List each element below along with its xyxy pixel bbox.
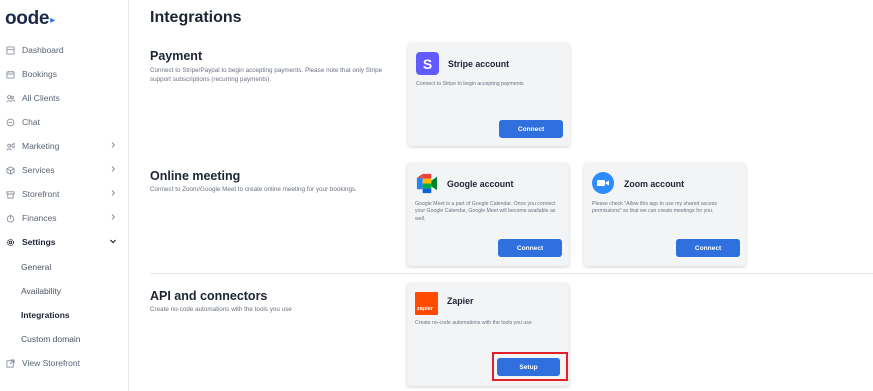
clients-icon [5, 93, 15, 103]
section-title-online-meeting: Online meeting [150, 169, 241, 183]
google-card-desc: Google Meet is a part of Google Calendar… [415, 201, 556, 222]
sidebar-item-storefront[interactable]: Storefront [0, 184, 129, 204]
sidebar-item-label: Storefront [22, 189, 60, 199]
stripe-card-title: Stripe account [448, 59, 510, 69]
sidebar-item-label: Chat [22, 117, 40, 127]
highlight-box [492, 352, 568, 381]
zapier-logo-icon: zapier [415, 292, 438, 315]
gear-icon [5, 237, 15, 247]
chevron-right-icon [111, 214, 116, 220]
sidebar-subitem-general[interactable]: General [21, 262, 51, 272]
stripe-card: S Stripe account Connect to Stripe to be… [408, 43, 570, 146]
section-divider [150, 273, 873, 274]
finances-icon [5, 213, 15, 223]
sidebar-item-finances[interactable]: Finances [0, 208, 129, 228]
zapier-logo-text: zapier [417, 306, 433, 312]
sidebar-item-label: Settings [22, 237, 56, 247]
chevron-right-icon [111, 142, 116, 148]
chevron-right-icon [111, 166, 116, 172]
dashboard-icon [5, 45, 15, 55]
chat-icon [5, 117, 15, 127]
services-icon [5, 165, 15, 175]
google-card: Google account Google Meet is a part of … [407, 163, 569, 266]
sidebar-item-settings[interactable]: Settings [0, 232, 129, 252]
zapier-card-desc: Create no-code automations with the tool… [415, 320, 532, 326]
section-desc-online-meeting: Connect to Zoom/Google Meet to create on… [150, 186, 357, 193]
sidebar-item-label: Marketing [22, 141, 60, 151]
external-link-icon [5, 358, 15, 368]
zoom-connect-button[interactable]: Connect [676, 239, 740, 257]
sidebar-item-services[interactable]: Services [0, 160, 129, 180]
google-meet-icon [415, 172, 438, 195]
calendar-icon [5, 69, 15, 79]
brand-logo[interactable]: oode▸ [5, 8, 55, 30]
sidebar-item-bookings[interactable]: Bookings [0, 64, 129, 84]
storefront-icon [5, 189, 15, 199]
google-connect-button[interactable]: Connect [498, 239, 562, 257]
sidebar-item-label: Dashboard [22, 45, 64, 55]
page-title: Integrations [150, 9, 242, 26]
sidebar-item-view-storefront[interactable]: View Storefront [0, 353, 129, 373]
stripe-card-desc: Connect to Stripe to begin accepting pay… [416, 81, 524, 87]
google-card-title: Google account [447, 179, 514, 189]
zapier-card-title: Zapier [447, 296, 474, 306]
sidebar-item-marketing[interactable]: Marketing [0, 136, 129, 156]
stripe-connect-button[interactable]: Connect [499, 120, 563, 138]
logo-text: oode [5, 8, 50, 29]
sidebar-item-label: All Clients [22, 93, 60, 103]
stripe-logo-letter: S [422, 55, 433, 72]
zoom-card-title: Zoom account [624, 179, 685, 189]
marketing-icon [5, 141, 15, 151]
sidebar-item-chat[interactable]: Chat [0, 112, 129, 132]
chevron-right-icon [111, 190, 116, 196]
chevron-down-icon [110, 239, 116, 244]
sidebar-item-label: Bookings [22, 69, 57, 79]
logo-mark: ▸ [50, 15, 55, 26]
zoom-icon [592, 172, 614, 194]
sidebar-item-label: Finances [22, 213, 57, 223]
sidebar-subitem-availability[interactable]: Availability [21, 286, 61, 296]
stripe-logo-icon: S [416, 52, 439, 75]
zoom-card: Zoom account Please check "Allow this ap… [584, 163, 746, 266]
sidebar: oode▸ Dashboard Bookings All Clients Cha… [0, 0, 129, 391]
section-title-api: API and connectors [150, 289, 268, 303]
section-desc-payment: Connect to Stripe/Paypal to begin accept… [150, 67, 383, 83]
sidebar-item-label: View Storefront [22, 358, 80, 368]
section-title-payment: Payment [150, 49, 203, 63]
sidebar-item-dashboard[interactable]: Dashboard [0, 40, 129, 60]
sidebar-subitem-custom-domain[interactable]: Custom domain [21, 334, 81, 344]
sidebar-subitem-integrations[interactable]: Integrations [21, 310, 70, 320]
zoom-card-desc: Please check "Allow this app to use my s… [592, 201, 717, 215]
section-desc-api: Create no-code automations with the tool… [150, 306, 292, 313]
sidebar-item-label: Services [22, 165, 55, 175]
sidebar-item-all-clients[interactable]: All Clients [0, 88, 129, 108]
